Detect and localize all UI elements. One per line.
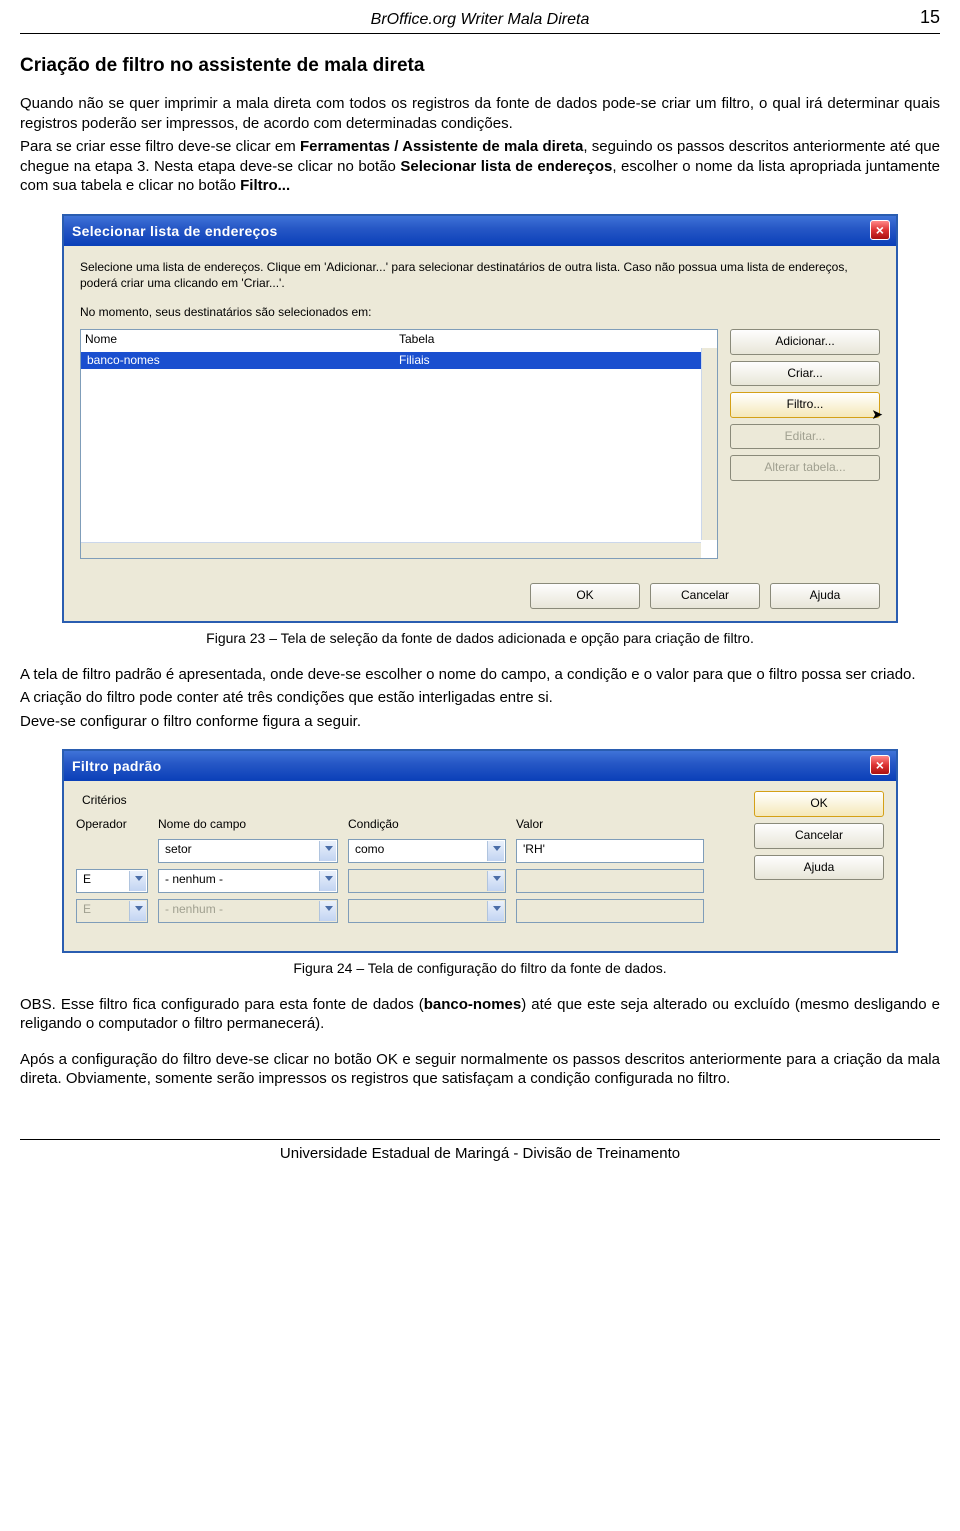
- close-icon[interactable]: ×: [870, 755, 890, 775]
- chevron-down-icon: [493, 906, 501, 911]
- filtro-button-label: Filtro...: [787, 397, 824, 411]
- ajuda-button[interactable]: Ajuda: [770, 583, 880, 609]
- select-address-list-dialog: Selecionar lista de endereços × Selecion…: [62, 214, 898, 623]
- chevron-down-icon: [325, 906, 333, 911]
- value-input-3: [516, 899, 704, 923]
- row-nome-cell: banco-nomes: [87, 353, 399, 369]
- dialog-intro-text: Selecione uma lista de endereços. Clique…: [80, 260, 880, 291]
- page-number: 15: [920, 6, 940, 29]
- input-value: 'RH': [523, 842, 545, 856]
- text-bold: Filtro...: [240, 177, 290, 194]
- header-campo: Nome do campo: [158, 817, 338, 833]
- alterar-tabela-button: Alterar tabela...: [730, 455, 880, 481]
- text-bold: Ferramentas / Assistente de mala direta: [300, 138, 583, 155]
- text-bold: banco-nomes: [424, 996, 522, 1013]
- intro-paragraph-2: Para se criar esse filtro deve-se clicar…: [20, 137, 940, 196]
- mouse-cursor-icon: ➤: [871, 405, 883, 423]
- value-input-2: [516, 869, 704, 893]
- combo-value: E: [83, 902, 91, 916]
- dialog-title-text: Selecionar lista de endereços: [72, 223, 278, 239]
- document-header: BrOffice.org Writer Mala Direta 15: [20, 10, 940, 34]
- section-heading: Criação de filtro no assistente de mala …: [20, 54, 940, 79]
- combo-value: E: [83, 872, 91, 886]
- column-header-nome: Nome: [85, 332, 399, 348]
- table-row[interactable]: banco-nomes Filiais: [81, 352, 717, 370]
- intro-paragraph-1: Quando não se quer imprimir a mala diret…: [20, 94, 940, 133]
- field-name-combo-1[interactable]: setor: [158, 839, 338, 863]
- field-name-combo-2[interactable]: - nenhum -: [158, 869, 338, 893]
- condition-combo-3: [348, 899, 506, 923]
- editar-button: Editar...: [730, 424, 880, 450]
- combo-value: como: [355, 842, 384, 856]
- paragraph-filter-3: Deve-se configurar o filtro conforme fig…: [20, 712, 940, 732]
- default-filter-dialog: Filtro padrão × Critérios Operador Nome …: [62, 749, 898, 952]
- header-operador: Operador: [76, 817, 148, 833]
- filtro-button[interactable]: Filtro... ➤: [730, 392, 880, 418]
- ok-button[interactable]: OK: [754, 791, 884, 817]
- combo-value: setor: [165, 842, 192, 856]
- paragraph-filter-1: A tela de filtro padrão é apresentada, o…: [20, 665, 940, 685]
- dialog-titlebar[interactable]: Selecionar lista de endereços ×: [64, 216, 896, 246]
- cancelar-button[interactable]: Cancelar: [754, 823, 884, 849]
- field-name-combo-3: - nenhum -: [158, 899, 338, 923]
- dialog-titlebar[interactable]: Filtro padrão ×: [64, 751, 896, 781]
- obs-paragraph: OBS. Esse filtro fica configurado para e…: [20, 995, 940, 1034]
- dialog-title-text: Filtro padrão: [72, 758, 161, 774]
- condition-combo-2: [348, 869, 506, 893]
- condition-combo-1[interactable]: como: [348, 839, 506, 863]
- header-condicao: Condição: [348, 817, 506, 833]
- text-fragment: Para se criar esse filtro deve-se clicar…: [20, 138, 300, 155]
- header-valor: Valor: [516, 817, 742, 833]
- text-fragment: OBS. Esse filtro fica configurado para e…: [20, 996, 424, 1013]
- operator-combo-3: E: [76, 899, 148, 923]
- chevron-down-icon: [135, 906, 143, 911]
- chevron-down-icon: [493, 846, 501, 851]
- chevron-down-icon: [325, 876, 333, 881]
- cancelar-button[interactable]: Cancelar: [650, 583, 760, 609]
- chevron-down-icon: [325, 846, 333, 851]
- criar-button[interactable]: Criar...: [730, 361, 880, 387]
- close-icon[interactable]: ×: [870, 220, 890, 240]
- document-footer: Universidade Estadual de Maringá - Divis…: [20, 1139, 940, 1164]
- text-bold: Selecionar lista de endereços: [400, 158, 612, 175]
- column-header-tabela: Tabela: [399, 332, 713, 348]
- ok-button[interactable]: OK: [530, 583, 640, 609]
- operator-combo-2[interactable]: E: [76, 869, 148, 893]
- chevron-down-icon: [493, 876, 501, 881]
- figure-caption-23: Figura 23 – Tela de seleção da fonte de …: [20, 629, 940, 647]
- value-input-1[interactable]: 'RH': [516, 839, 704, 863]
- header-title: BrOffice.org Writer Mala Direta: [371, 11, 590, 28]
- current-selection-label: No momento, seus destinatários são selec…: [80, 305, 880, 321]
- final-paragraph: Após a configuração do filtro deve-se cl…: [20, 1050, 940, 1089]
- row-tabela-cell: Filiais: [399, 353, 711, 369]
- combo-value: - nenhum -: [165, 872, 223, 886]
- address-list-table[interactable]: Nome Tabela banco-nomes Filiais: [80, 329, 718, 559]
- figure-caption-24: Figura 24 – Tela de configuração do filt…: [20, 959, 940, 977]
- adicionar-button[interactable]: Adicionar...: [730, 329, 880, 355]
- chevron-down-icon: [135, 876, 143, 881]
- combo-value: - nenhum -: [165, 902, 223, 916]
- criterios-label: Critérios: [82, 793, 742, 809]
- vertical-scrollbar[interactable]: [701, 348, 717, 540]
- horizontal-scrollbar[interactable]: [81, 542, 701, 558]
- paragraph-filter-2: A criação do filtro pode conter até três…: [20, 688, 940, 708]
- ajuda-button[interactable]: Ajuda: [754, 855, 884, 881]
